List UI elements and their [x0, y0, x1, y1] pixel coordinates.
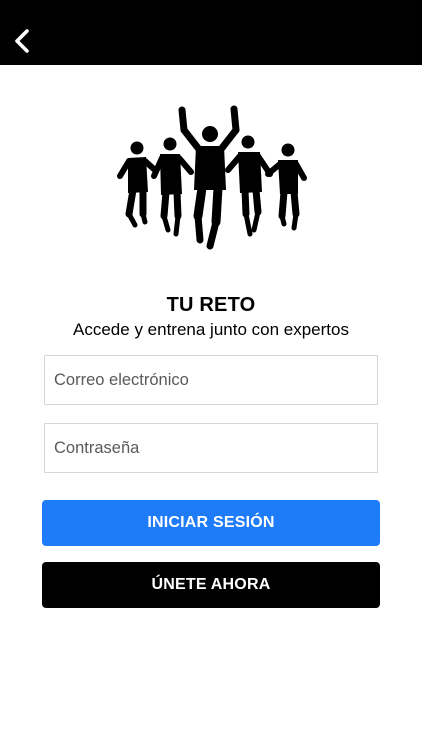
- login-button[interactable]: INICIAR SESIÓN: [42, 500, 380, 546]
- app-title: TU RETO: [166, 294, 256, 316]
- runners-group-silhouette-icon: [117, 105, 307, 250]
- chevron-left-icon: [15, 29, 29, 53]
- app-subtitle: Accede y entrena junto con expertos: [73, 320, 349, 339]
- password-input[interactable]: [45, 424, 377, 472]
- password-field[interactable]: [44, 423, 378, 473]
- runners-logo: [112, 104, 310, 254]
- navigation-bar: [0, 0, 422, 65]
- back-button[interactable]: [10, 26, 34, 56]
- email-input[interactable]: [45, 356, 377, 404]
- email-field[interactable]: [44, 355, 378, 405]
- join-now-button[interactable]: ÚNETE AHORA: [42, 562, 380, 608]
